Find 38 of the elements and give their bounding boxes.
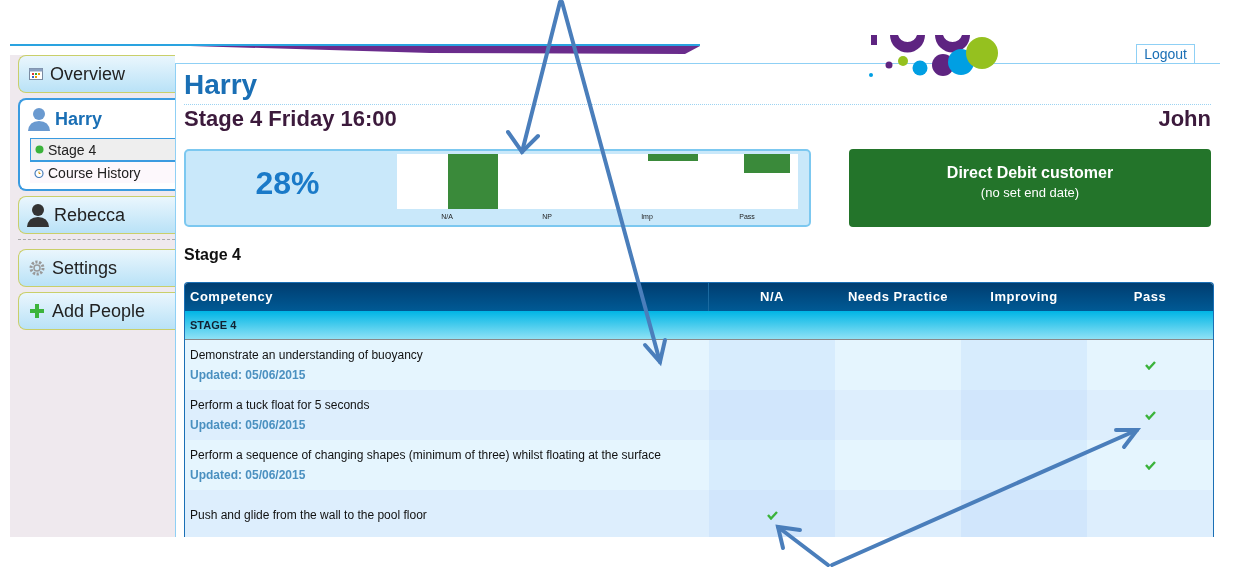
nav-item[interactable]: Overview: [19, 56, 175, 92]
gear-icon: [29, 260, 45, 276]
percent-value: 28%: [254, 165, 321, 202]
sub-nav-item[interactable]: Stage 4: [30, 138, 175, 162]
column-header: Pass: [1132, 288, 1168, 306]
clock-icon: [34, 167, 44, 178]
competency-text: Perform a tuck float for 5 seconds: [190, 398, 370, 412]
section-title: Stage 4: [184, 245, 242, 265]
person-icon: [26, 203, 50, 227]
check-icon: [766, 510, 778, 520]
chart-bar: [448, 154, 498, 209]
plus-icon: [29, 303, 45, 319]
nav-item[interactable]: Harry: [20, 100, 175, 138]
updated-date: Updated: 05/06/2015: [190, 468, 306, 482]
person-title: Harry: [184, 68, 259, 102]
column-header: Improving: [989, 288, 1059, 306]
column-header: Needs Practice: [846, 288, 950, 306]
chart-bar: [648, 154, 698, 161]
logout-tab[interactable]: Logout: [1136, 44, 1195, 63]
membership-note: (no set end date): [980, 185, 1080, 200]
person-icon: [27, 107, 51, 131]
column-header: N/A: [759, 288, 785, 306]
class-title: Stage 4 Friday 16:00: [184, 106, 397, 132]
teacher-name: John: [1158, 106, 1211, 132]
updated-date: Updated: 05/06/2015: [190, 418, 306, 432]
updated-date: Updated: 05/06/2015: [190, 368, 306, 382]
chart-bar: [744, 154, 790, 173]
group-header: STAGE 4: [185, 311, 1213, 340]
calendar-icon: [29, 68, 43, 80]
nav-item[interactable]: Settings: [19, 250, 175, 286]
nav-item[interactable]: Add People: [19, 293, 175, 329]
status-dot-icon: [35, 145, 44, 154]
nav-item[interactable]: Rebecca: [19, 197, 175, 233]
sub-nav-item[interactable]: Course History: [30, 162, 175, 183]
competency-text: Demonstrate an understanding of buoyancy: [190, 348, 423, 362]
membership-title: Direct Debit customer: [946, 164, 1114, 182]
competency-text: Push and glide from the wall to the pool floor: [190, 508, 427, 522]
competency-text: Perform a sequence of changing shapes (minimum of three) whilst floating at the surface: [190, 448, 661, 462]
